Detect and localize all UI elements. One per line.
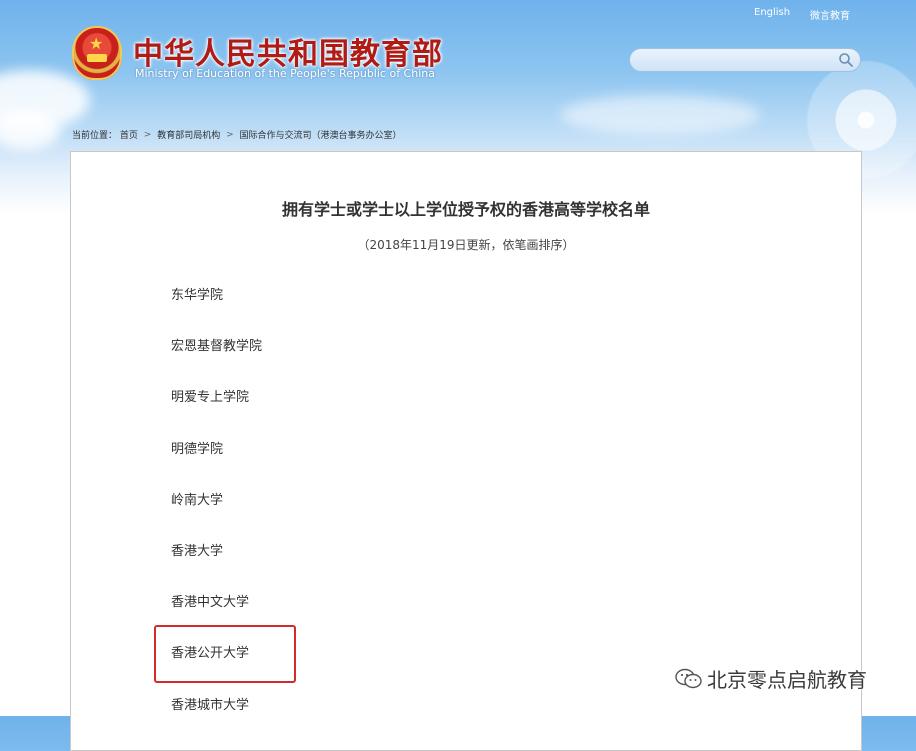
list-item: 东华学院 [171,288,224,303]
breadcrumb-link-departments[interactable]: 教育部司局机构 [157,131,220,141]
article-subtitle: （2018年11月19日更新，依笔画排序） [357,238,575,252]
list-item: 明德学院 [171,441,224,457]
search-icon[interactable] [838,52,854,68]
weibo-link[interactable]: 微言教育 [810,7,850,22]
article-title: 拥有学士或学士以上学位授予权的香港高等学校名单 [281,200,650,219]
list-item: 岭南大学 [171,492,224,508]
breadcrumb-link-home[interactable]: 首页 [120,131,138,141]
list-item: 明爱专上学院 [171,390,250,406]
breadcrumb-link-international-office[interactable]: 国际合作与交流司（港澳台事务办公室） [240,131,402,141]
breadcrumb-prefix: 当前位置： [72,131,118,141]
list-item: 宏恩基督教学院 [171,339,263,355]
list-item: 香港城市大学 [171,697,250,713]
national-emblem-logo: ★ [72,26,122,80]
list-item: 香港大学 [171,543,224,559]
site-subtitle-english: Ministry of Education of the People's Re… [135,67,435,80]
wechat-icon [675,667,703,691]
chevron-right-icon: > [143,129,152,140]
search-box [629,48,861,72]
breadcrumb: 当前位置： 首页 > 教育部司局机构 > 国际合作与交流司（港澳台事务办公室） [72,128,402,142]
highlight-box [154,625,296,683]
cloud-decoration [0,110,60,150]
search-input[interactable] [640,52,834,70]
english-link[interactable]: English [754,7,790,18]
cloud-decoration [560,95,760,135]
watermark-text: 北京零点启航教育 [707,668,867,692]
chevron-right-icon: > [226,129,234,140]
watermark: 北京零点启航教育 [675,664,867,692]
